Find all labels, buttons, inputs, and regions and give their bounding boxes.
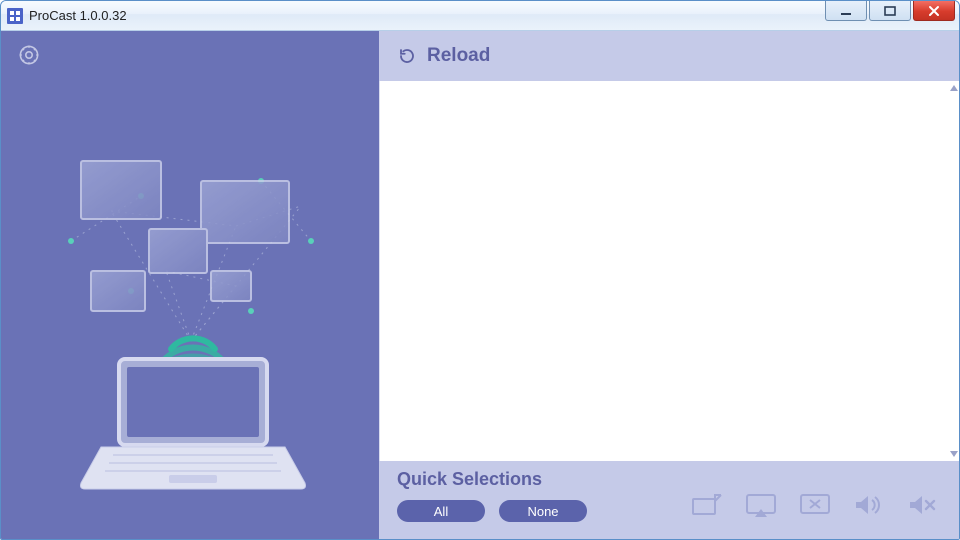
reload-bar[interactable]: Reload [379, 31, 959, 81]
scrollbar[interactable] [951, 85, 957, 457]
airplay-button[interactable] [743, 492, 779, 522]
display-fit-button[interactable] [689, 492, 725, 522]
volume-mute-icon [906, 491, 940, 524]
disconnect-display-button[interactable] [797, 492, 833, 522]
quick-selections-title: Quick Selections [397, 469, 587, 490]
broadcast-illustration [1, 31, 379, 539]
minimize-button[interactable] [825, 1, 867, 21]
airplay-icon [744, 491, 778, 524]
display-fit-icon [690, 491, 724, 524]
reload-icon [397, 46, 417, 66]
volume-mute-button[interactable] [905, 492, 941, 522]
procast-app-icon [7, 8, 23, 24]
scroll-down-icon [950, 451, 958, 457]
volume-on-icon [852, 491, 886, 524]
maximize-button[interactable] [869, 1, 911, 21]
right-panel: Reload Quick Selections All None [379, 31, 959, 539]
window-title: ProCast 1.0.0.32 [29, 8, 127, 23]
scroll-up-icon [950, 85, 958, 91]
app-window: ProCast 1.0.0.32 [0, 0, 960, 540]
volume-on-button[interactable] [851, 492, 887, 522]
disconnect-display-icon [798, 491, 832, 524]
client-area: Reload Quick Selections All None [1, 31, 959, 539]
bottom-bar: Quick Selections All None [379, 461, 959, 539]
action-icons [689, 485, 941, 529]
select-all-button[interactable]: All [397, 500, 485, 522]
titlebar[interactable]: ProCast 1.0.0.32 [1, 1, 959, 31]
close-button[interactable] [913, 1, 955, 21]
select-none-button[interactable]: None [499, 500, 587, 522]
device-list [379, 81, 959, 461]
window-controls [825, 1, 959, 21]
reload-label: Reload [427, 45, 490, 67]
left-panel [1, 31, 379, 539]
